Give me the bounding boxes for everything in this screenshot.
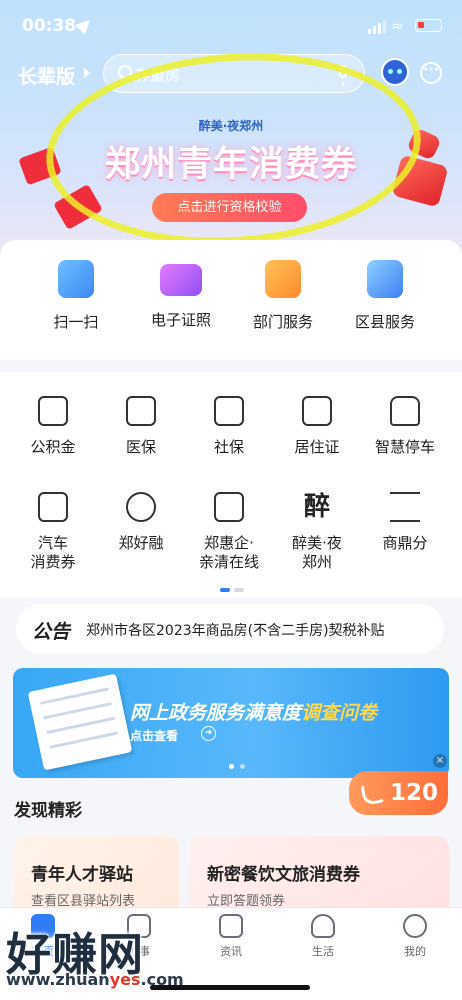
quick-district[interactable]: 区县服务: [335, 260, 435, 332]
news-icon: [219, 914, 243, 938]
service-residence-permit[interactable]: 居住证: [272, 396, 362, 457]
night-zhengzhou-logo-icon: 醉: [303, 492, 330, 522]
quick-label: 部门服务: [252, 313, 313, 331]
grid-page-indicator: [220, 588, 244, 592]
quick-e-license[interactable]: 电子证照: [131, 260, 231, 330]
car-icon: [390, 396, 420, 426]
service-label: 居住证: [294, 438, 340, 456]
department-icon: [265, 260, 301, 298]
service-label: 郑好融: [118, 534, 164, 552]
battery-icon: [415, 19, 442, 32]
survey-title-highlight: 调查问卷: [301, 702, 378, 724]
quick-department[interactable]: 部门服务: [233, 260, 333, 332]
card-icon: [214, 396, 244, 426]
close-icon[interactable]: ×: [433, 754, 447, 768]
service-provident-fund[interactable]: 公积金: [8, 396, 98, 457]
service-social-security[interactable]: 社保: [184, 396, 274, 457]
scan-icon: [58, 260, 94, 298]
finance-coin-icon: [126, 492, 156, 522]
elder-mode-switch[interactable]: 长辈版: [18, 62, 75, 89]
service-zhenghaorong[interactable]: 郑好融: [96, 492, 186, 553]
heart-icon: [311, 914, 335, 938]
service-car-voucher[interactable]: 汽车 消费券: [8, 492, 98, 572]
quick-services-card: 扫一扫 电子证照 部门服务 区县服务: [0, 240, 462, 360]
feature-title: 新密餐饮文旅消费券: [207, 865, 360, 885]
tab-label: 我的: [404, 945, 426, 958]
service-enterprise-online[interactable]: 郑惠企· 亲清在线: [184, 492, 274, 572]
emergency-hotline-button[interactable]: 120: [349, 771, 448, 815]
chevron-right-icon: [84, 68, 90, 78]
user-icon: [403, 914, 427, 938]
quick-label: 扫一扫: [53, 313, 99, 331]
shangding-logo-icon: [390, 492, 420, 522]
service-label: 郑惠企· 亲清在线: [198, 534, 259, 571]
announcement-tag: 公告: [32, 621, 71, 643]
tab-label: 资讯: [220, 945, 242, 958]
service-shangding-score[interactable]: 商鼎分: [360, 492, 450, 553]
service-label: 医保: [125, 438, 156, 456]
announcement-bar[interactable]: 公告 郑州市各区2023年商品房(不含二手房)契税补贴: [16, 604, 444, 654]
arrow-right-circle-icon: ➜: [201, 726, 216, 741]
medical-kit-icon: [126, 396, 156, 426]
survey-view-link[interactable]: 点击查看: [130, 727, 178, 744]
service-smart-parking[interactable]: 智慧停车: [360, 396, 450, 457]
tab-mine[interactable]: 我的: [380, 914, 450, 959]
phone-icon: [360, 780, 386, 806]
service-label: 醉美·夜 郑州: [292, 534, 342, 571]
tab-life[interactable]: 生活: [288, 914, 358, 959]
survey-page-indicator: [229, 764, 245, 769]
cellular-signal-icon: [368, 20, 386, 34]
quick-label: 区县服务: [354, 313, 415, 331]
feature-title: 青年人才驿站: [31, 865, 133, 885]
service-night-zhengzhou[interactable]: 醉 醉美·夜 郑州: [272, 492, 362, 572]
service-label: 汽车 消费券: [30, 534, 76, 571]
residence-card-icon: [302, 396, 332, 426]
questionnaire-icon: [27, 673, 133, 771]
watermark-url-highlight: yes: [109, 970, 141, 989]
service-label: 智慧停车: [374, 438, 435, 456]
hotline-number: 120: [390, 780, 439, 806]
announcement-text: 郑州市各区2023年商品房(不含二手房)契税补贴: [86, 623, 385, 639]
district-building-icon: [367, 260, 403, 298]
assistant-robot-icon[interactable]: [381, 58, 409, 86]
quick-label: 电子证照: [150, 311, 211, 329]
services-grid: 公积金 医保 社保 居住证 智慧停车 汽车 消费券 郑好融 郑惠企· 亲清在线 …: [0, 372, 462, 598]
enterprise-document-icon: [214, 492, 244, 522]
status-time: 00:38: [22, 16, 77, 36]
discover-section-title: 发现精彩: [14, 801, 82, 821]
service-label: 公积金: [30, 438, 76, 456]
service-label: 社保: [213, 438, 244, 456]
wifi-icon: ≈: [391, 17, 404, 35]
tab-news[interactable]: 资讯: [196, 914, 266, 959]
survey-banner[interactable]: 网上政务服务满意度调查问卷 点击查看 ➜ ×: [13, 668, 449, 778]
status-bar: 00:38 ≈: [0, 0, 462, 50]
tab-label: 生活: [312, 945, 334, 958]
house-yuan-icon: [38, 396, 68, 426]
id-card-icon: [160, 264, 202, 296]
home-indicator: [150, 985, 310, 990]
location-arrow-icon: [75, 15, 95, 35]
car-ticket-icon: [38, 492, 68, 522]
watermark-url-prefix: www.zhuan: [6, 970, 110, 989]
service-label: 商鼎分: [382, 534, 428, 552]
survey-title-prefix: 网上政务服务满意度: [130, 702, 302, 724]
service-medical-insurance[interactable]: 医保: [96, 396, 186, 457]
more-options-icon[interactable]: ···: [420, 62, 442, 84]
quick-scan[interactable]: 扫一扫: [26, 260, 126, 332]
survey-title: 网上政务服务满意度调查问卷: [130, 698, 377, 725]
